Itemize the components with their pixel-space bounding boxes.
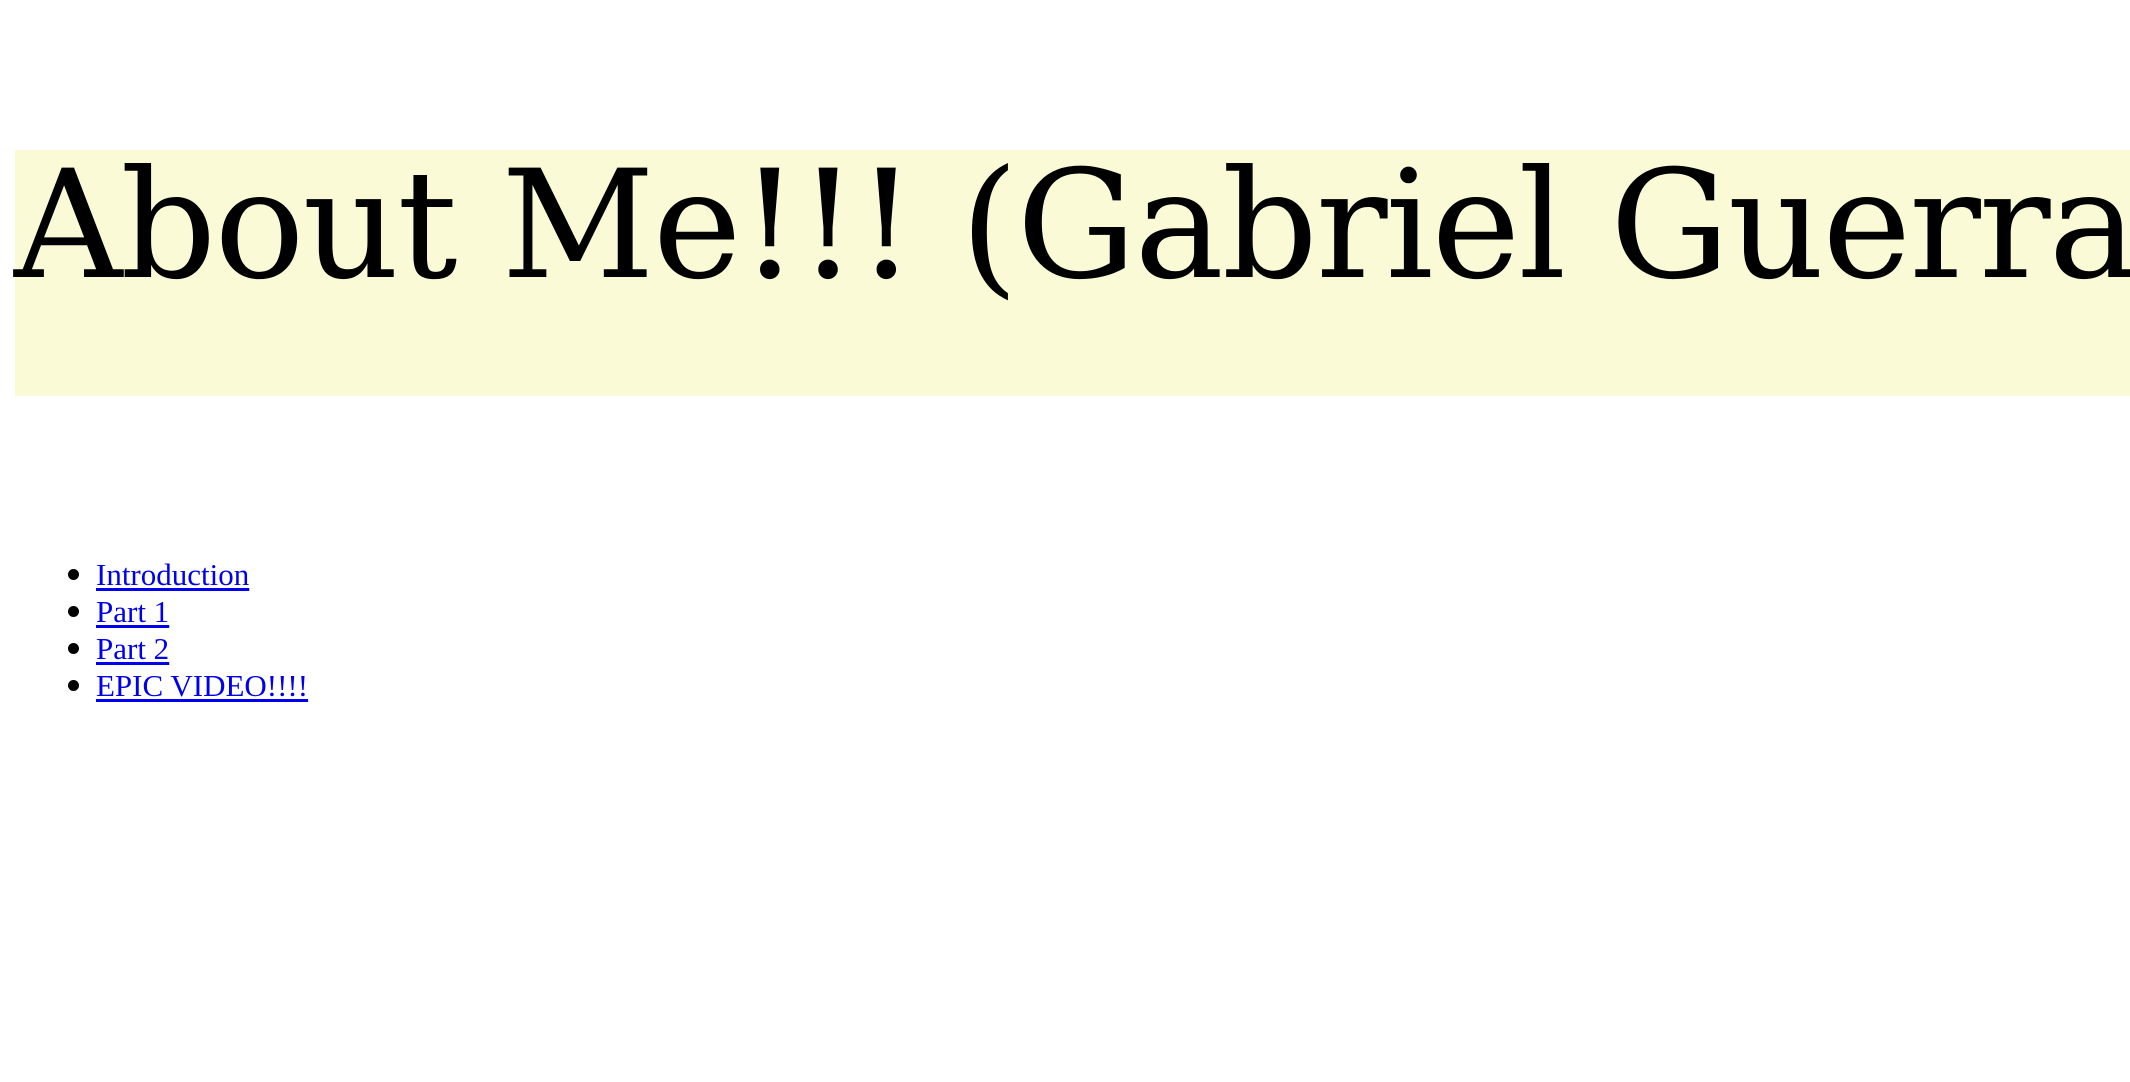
nav-link-part-2[interactable]: Part 2 — [96, 631, 169, 666]
nav-link-epic-video[interactable]: EPIC VIDEO!!!! — [96, 668, 308, 703]
list-item: Part 1 — [68, 593, 308, 630]
list-item: Introduction — [68, 556, 308, 593]
list-item: EPIC VIDEO!!!! — [68, 667, 308, 704]
bullet-icon — [68, 680, 79, 691]
nav-link-introduction[interactable]: Introduction — [96, 557, 249, 592]
page: About Me!!! (Gabriel Guerra) Introductio… — [0, 0, 2130, 1082]
nav-link-part-1[interactable]: Part 1 — [96, 594, 169, 629]
list-item: Part 2 — [68, 630, 308, 667]
bullet-icon — [68, 606, 79, 617]
nav-list: Introduction Part 1 Part 2 EPIC VIDEO!!!… — [0, 556, 308, 704]
page-title: About Me!!! (Gabriel Guerra) — [14, 139, 2130, 313]
bullet-icon — [68, 569, 79, 580]
bullet-icon — [68, 643, 79, 654]
